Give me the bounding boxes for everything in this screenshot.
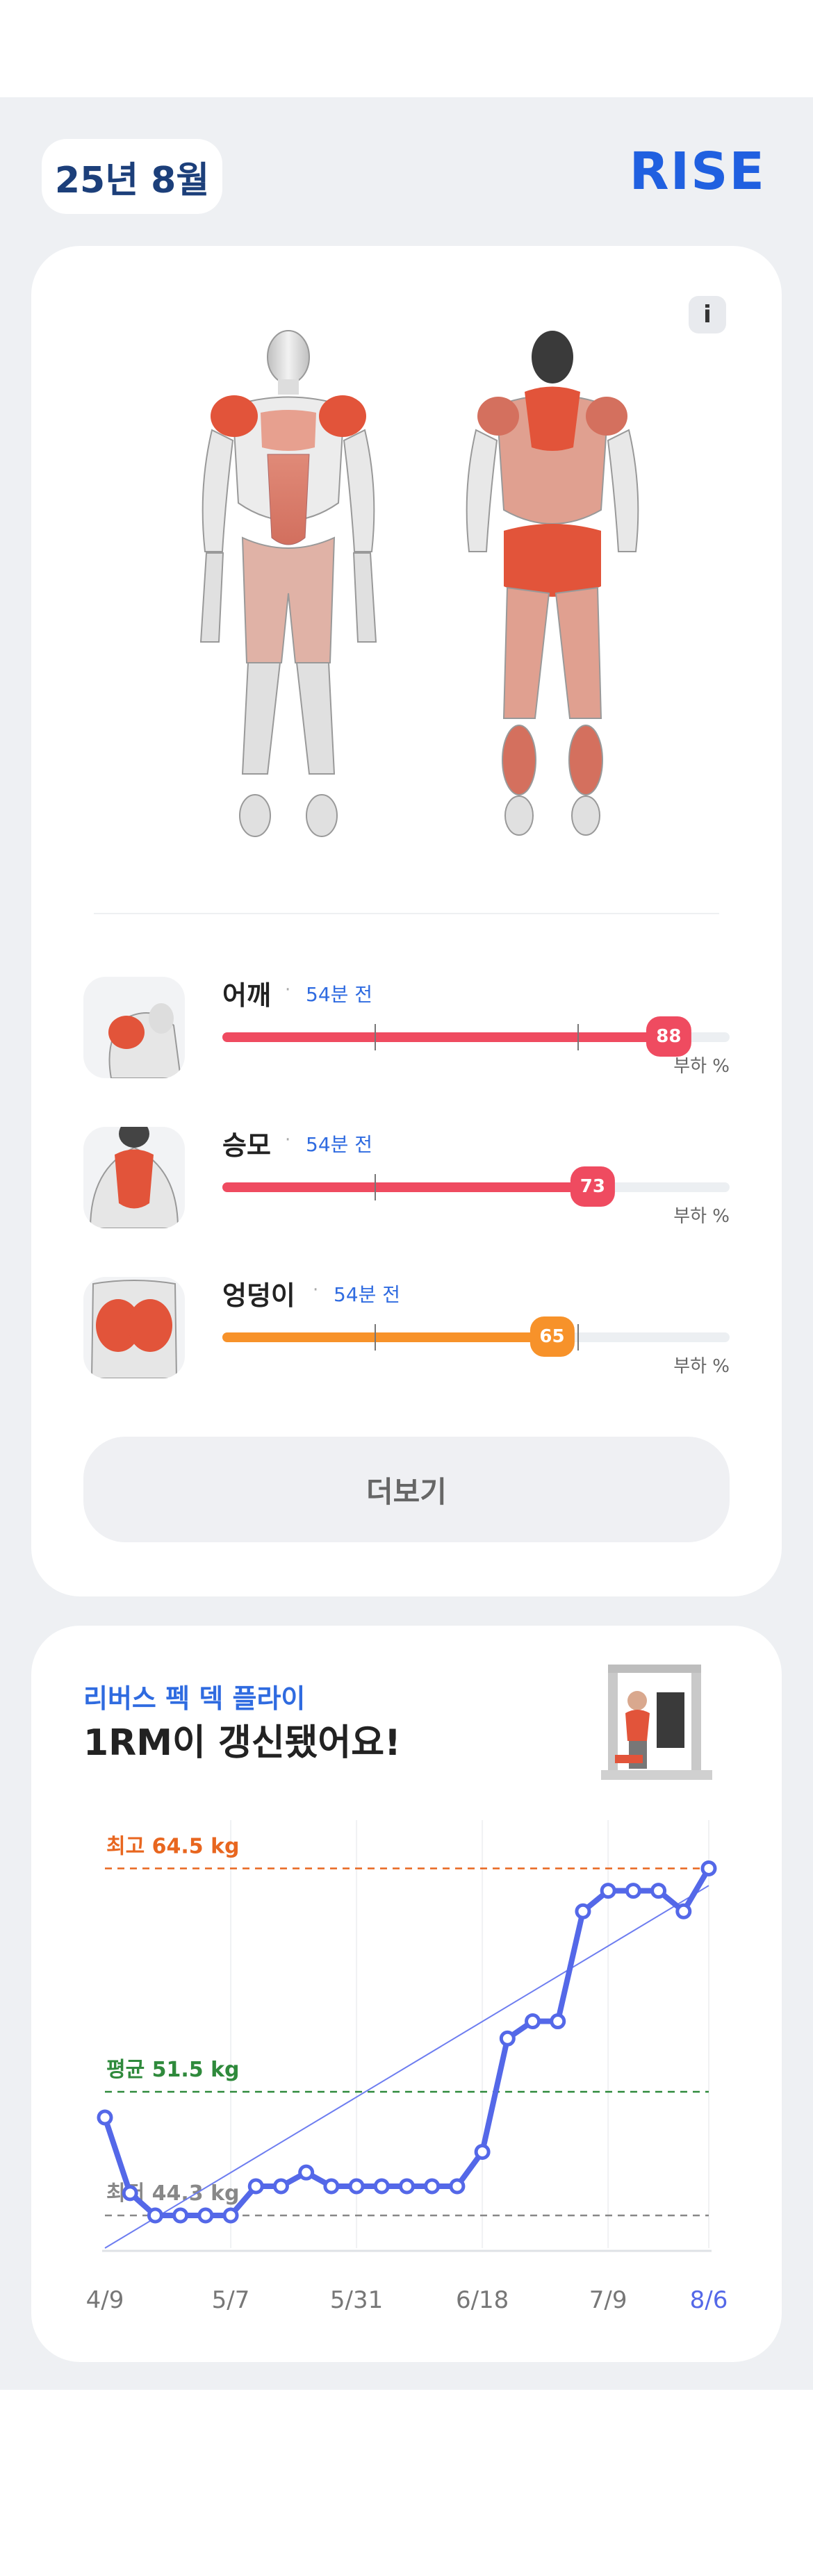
back-glutes bbox=[504, 524, 601, 597]
shoulder-thumbnail bbox=[83, 977, 185, 1078]
x-tick-label: 5/7 bbox=[212, 2286, 250, 2314]
muscle-row-glutes[interactable]: 엉덩이 · 54분 전 65 부하 % bbox=[83, 1277, 730, 1381]
data-point bbox=[650, 1883, 667, 1899]
muscle-name: 어깨 bbox=[222, 980, 271, 1011]
data-point bbox=[700, 1860, 717, 1876]
back-body-figure bbox=[466, 331, 639, 836]
separator-dot: · bbox=[285, 1130, 291, 1150]
reference-line-label: 평균 51.5 kg bbox=[106, 2058, 240, 2082]
load-bar: 65 bbox=[222, 1316, 730, 1357]
body-map bbox=[199, 330, 639, 837]
front-body-figure bbox=[199, 330, 377, 837]
muscle-name: 승모 bbox=[222, 1130, 271, 1161]
muscle-last-trained: 54분 전 bbox=[306, 983, 373, 1006]
load-unit-label: 부하 % bbox=[673, 1356, 730, 1377]
month-selector[interactable]: 25년 8월 bbox=[42, 139, 222, 214]
data-point bbox=[373, 2178, 390, 2195]
load-tick-70 bbox=[577, 1024, 579, 1050]
data-point bbox=[449, 2178, 466, 2195]
data-point bbox=[600, 1883, 616, 1899]
data-point bbox=[550, 2013, 566, 2030]
load-badge: 88 bbox=[646, 1016, 691, 1057]
load-unit-label: 부하 % bbox=[673, 1206, 730, 1227]
data-point bbox=[122, 2185, 138, 2202]
reference-line-label: 최고 64.5 kg bbox=[106, 1834, 240, 1858]
front-shoulder-left bbox=[211, 395, 258, 437]
data-point bbox=[298, 2164, 315, 2181]
info-icon: i bbox=[703, 301, 712, 329]
data-point bbox=[172, 2207, 189, 2224]
one-rm-series-line bbox=[102, 1865, 712, 2219]
data-point bbox=[272, 2178, 289, 2195]
muscle-last-trained: 54분 전 bbox=[334, 1283, 401, 1306]
load-badge: 73 bbox=[570, 1166, 615, 1207]
data-point bbox=[97, 2109, 113, 2126]
load-tick-30 bbox=[375, 1174, 376, 1200]
data-point bbox=[474, 2144, 491, 2161]
data-point bbox=[625, 1883, 641, 1899]
load-tick-30 bbox=[375, 1324, 376, 1351]
muscle-name: 엉덩이 bbox=[222, 1280, 295, 1311]
data-point bbox=[197, 2207, 214, 2224]
load-tick-30 bbox=[375, 1024, 376, 1050]
one-rm-line-chart: 최고 64.5 kg평균 51.5 kg최저 44.3 kg4/9 5/7 5/31… bbox=[86, 1820, 728, 2314]
data-point bbox=[222, 2207, 239, 2224]
separator-dot: · bbox=[313, 1280, 319, 1301]
trapezius-thumbnail bbox=[83, 1127, 185, 1228]
section-divider bbox=[94, 913, 719, 914]
data-point bbox=[348, 2178, 365, 2195]
load-bar-fill bbox=[222, 1182, 593, 1192]
muscle-last-trained: 54분 전 bbox=[306, 1133, 373, 1156]
front-shoulder-right bbox=[319, 395, 366, 437]
x-tick-label: 6/18 bbox=[456, 2286, 509, 2314]
data-point bbox=[424, 2178, 441, 2195]
data-point bbox=[499, 2030, 516, 2047]
one-rm-card[interactable]: 리버스 펙 덱 플라이 1RM이 갱신됐어요! 최고 64.5 kg 평균 51.… bbox=[31, 1626, 782, 2362]
muscle-row-shoulder[interactable]: 어깨 · 54분 전 88 부하 % bbox=[83, 977, 730, 1081]
load-bar: 73 bbox=[222, 1166, 730, 1207]
x-tick-label: 4/9 bbox=[86, 2286, 124, 2314]
glutes-thumbnail bbox=[83, 1277, 185, 1378]
load-bar: 88 bbox=[222, 1016, 730, 1057]
data-point bbox=[247, 2178, 264, 2195]
load-tick-70 bbox=[577, 1324, 579, 1351]
info-button[interactable]: i bbox=[689, 296, 726, 333]
brand-logo: RISE bbox=[629, 142, 766, 201]
separator-dot: · bbox=[285, 980, 291, 1000]
see-more-button[interactable]: 더보기 bbox=[83, 1437, 730, 1542]
data-point bbox=[147, 2207, 163, 2224]
data-point bbox=[675, 1903, 692, 1919]
load-badge: 65 bbox=[529, 1316, 575, 1357]
back-trapezius bbox=[525, 386, 580, 451]
data-point bbox=[399, 2178, 415, 2195]
x-tick-label: 5/31 bbox=[330, 2286, 383, 2314]
data-point bbox=[525, 2013, 541, 2030]
load-unit-label: 부하 % bbox=[673, 1056, 730, 1077]
muscle-row-trapezius[interactable]: 승모 · 54분 전 73 부하 % bbox=[83, 1127, 730, 1231]
load-bar-fill bbox=[222, 1332, 552, 1342]
load-bar-fill bbox=[222, 1032, 669, 1042]
muscle-status-card: i 어깨 · 54분 전 88 부하 % 승모 · 54분 전 73 부하 % … bbox=[31, 246, 782, 1596]
x-tick-label: 7/9 bbox=[589, 2286, 627, 2314]
data-point bbox=[323, 2178, 340, 2195]
data-point bbox=[575, 1903, 591, 1919]
x-tick-label: 8/6 bbox=[690, 2286, 728, 2314]
